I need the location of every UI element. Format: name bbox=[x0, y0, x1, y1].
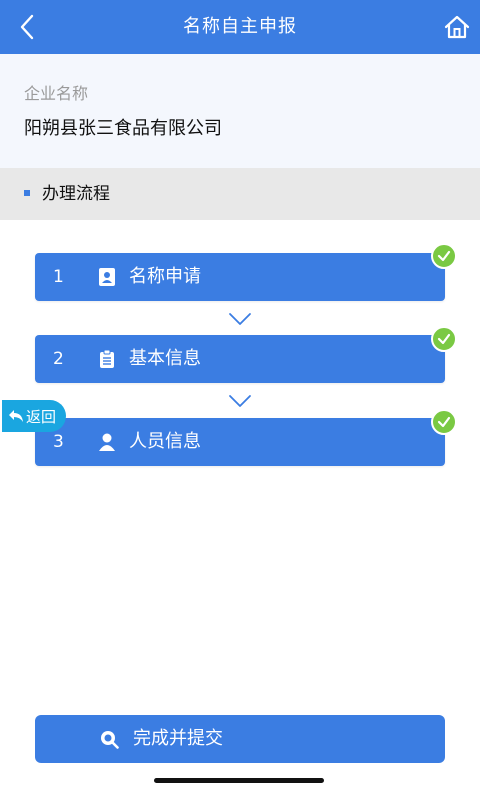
company-name-value: 阳朔县张三食品有限公司 bbox=[24, 118, 222, 139]
section-bullet bbox=[24, 190, 30, 196]
check-icon bbox=[431, 326, 457, 352]
chevron-down-icon bbox=[229, 313, 251, 325]
step-item-name-application[interactable]: 1 名称申请 bbox=[35, 253, 445, 301]
home-button[interactable] bbox=[442, 12, 472, 42]
id-card-icon bbox=[98, 267, 116, 287]
check-icon bbox=[431, 243, 457, 269]
search-icon bbox=[101, 731, 119, 749]
process-section-header: 办理流程 bbox=[0, 168, 480, 220]
floating-back-button[interactable]: 返回 bbox=[2, 400, 66, 432]
company-panel: 企业名称 阳朔县张三食品有限公司 bbox=[0, 54, 480, 168]
step-label: 基本信息 bbox=[129, 348, 201, 369]
app-header: 名称自主申报 bbox=[0, 0, 480, 54]
home-icon bbox=[444, 15, 470, 39]
page-title: 名称自主申报 bbox=[183, 16, 297, 37]
step-label: 人员信息 bbox=[129, 431, 201, 452]
company-name-label: 企业名称 bbox=[24, 84, 89, 103]
reply-arrow-icon bbox=[8, 408, 24, 424]
chevron-down-icon bbox=[229, 395, 251, 407]
step-item-basic-info[interactable]: 2 基本信息 bbox=[35, 335, 445, 383]
submit-label: 完成并提交 bbox=[133, 728, 223, 749]
step-label: 名称申请 bbox=[129, 266, 201, 287]
clipboard-icon bbox=[98, 349, 116, 369]
submit-button[interactable]: 完成并提交 bbox=[35, 715, 445, 763]
step-number: 2 bbox=[53, 349, 64, 369]
person-icon bbox=[98, 432, 116, 452]
section-title: 办理流程 bbox=[42, 184, 110, 204]
home-indicator-bar bbox=[154, 778, 324, 783]
check-icon bbox=[431, 409, 457, 435]
floating-back-label: 返回 bbox=[26, 407, 57, 426]
step-item-personnel-info[interactable]: 3 人员信息 bbox=[35, 418, 445, 466]
step-number: 1 bbox=[53, 267, 64, 287]
